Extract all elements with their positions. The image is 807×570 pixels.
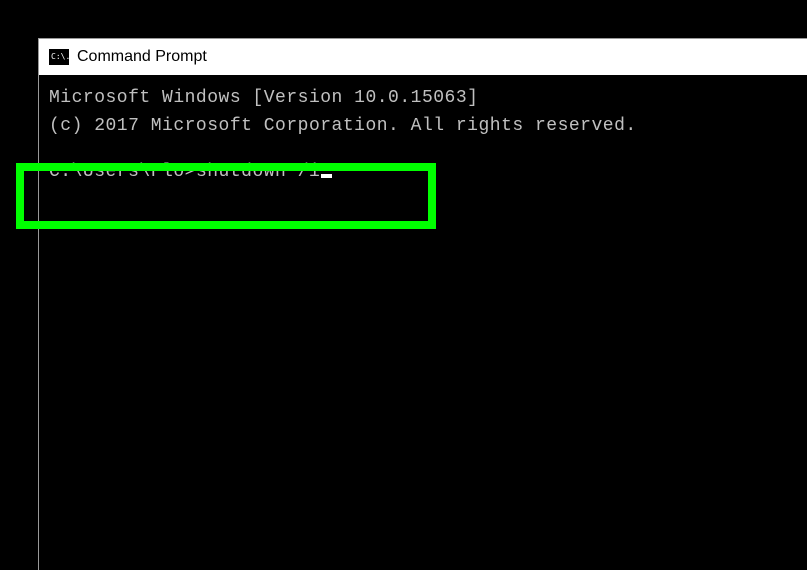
prompt-line: C:\Users\Flo>shutdown /i (49, 159, 797, 187)
window-title: Command Prompt (77, 48, 207, 66)
version-line: Microsoft Windows [Version 10.0.15063] (49, 85, 797, 113)
prompt-text: C:\Users\Flo> (49, 159, 196, 187)
command-prompt-window: C:\. Command Prompt Microsoft Windows [V… (38, 38, 807, 570)
title-bar[interactable]: C:\. Command Prompt (39, 39, 807, 75)
cmd-icon: C:\. (49, 49, 69, 65)
blank-line (49, 141, 797, 159)
copyright-line: (c) 2017 Microsoft Corporation. All righ… (49, 113, 797, 141)
cursor (321, 174, 332, 178)
command-text: shutdown /i (196, 159, 320, 187)
terminal-body[interactable]: Microsoft Windows [Version 10.0.15063] (… (39, 75, 807, 197)
cmd-icon-text: C:\. (51, 53, 70, 61)
